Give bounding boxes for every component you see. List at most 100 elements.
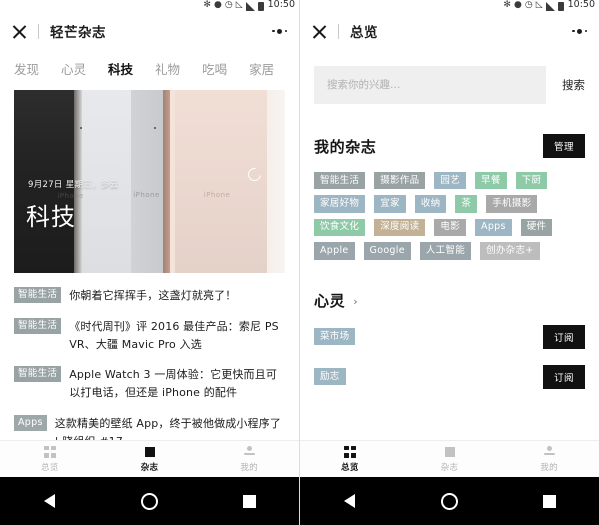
nav-back-button[interactable] (300, 494, 400, 508)
square-icon (144, 446, 155, 457)
grid-icon (43, 445, 56, 458)
section-title: 心灵 (314, 291, 346, 310)
tab-label: 杂志 (140, 462, 159, 473)
chip-dianying[interactable]: 电影 (434, 218, 467, 237)
nav-back-button[interactable] (0, 494, 100, 508)
chip-sheyingzuopin[interactable]: 摄影作品 (374, 172, 426, 190)
tab-label: 总览 (341, 462, 359, 473)
hero-ghost-label: iPhone (133, 190, 160, 199)
tab-label: 杂志 (440, 462, 459, 473)
camera-dot (153, 126, 156, 129)
my-magazines-header: 我的杂志 管理 (300, 104, 599, 158)
more-dot (284, 29, 287, 33)
magazine-chip-list: 智能生活 摄影作品 园艺 早餐 下厨 家居好物 宜家 收纳 茶 手机摄影 饮食文… (300, 158, 599, 260)
chip-lizhi[interactable]: 励志 (314, 368, 346, 386)
chip-shouna[interactable]: 收纳 (414, 195, 447, 213)
tab-faxian[interactable]: 发现 (14, 59, 39, 78)
list-item[interactable]: 智能生活 《时代周刊》评 2016 最佳产品：索尼 PS VR、大疆 Mavic… (14, 317, 285, 354)
chip-create-magazine[interactable]: 创办杂志+ (480, 242, 540, 260)
chip-rengongzhineng[interactable]: 人工智能 (419, 242, 472, 260)
list-item[interactable]: 智能生活 你朝着它挥挥手，这盏灯就亮了！ (14, 287, 285, 305)
status-icons-left: ✻ ● ◷ ◺ (203, 0, 264, 14)
article-tag: Apps (14, 415, 47, 432)
article-title: Apple Watch 3 一周体验：它更快而且可以打电话，但还是 iPhone… (69, 368, 277, 400)
article-tag: 智能生活 (14, 317, 62, 334)
signal-icon (545, 2, 555, 11)
chip-yinshiwenhua[interactable]: 饮食文化 (314, 218, 366, 237)
chip-xiachu[interactable]: 下厨 (515, 172, 548, 190)
chip-yijia[interactable]: 宜家 (374, 195, 406, 213)
tab-label: 我的 (240, 462, 258, 473)
hero-title: 科技 (26, 203, 76, 232)
hero-card[interactable]: iPhone iPhone iPhone 9月27日 星期三，多云 科技 (14, 90, 285, 273)
nav-recents-button[interactable] (199, 494, 299, 508)
grid-icon (343, 445, 356, 458)
tab-zonglan[interactable]: 总览 (0, 445, 100, 473)
status-bar-right: ✻ ● ◷ ◺ 10:50 (300, 0, 599, 14)
chip-shenduyuedu[interactable]: 深度阅读 (374, 218, 426, 237)
more-options-icon[interactable] (272, 28, 287, 34)
back-triangle-icon (44, 494, 56, 508)
more-options-icon[interactable] (572, 28, 587, 34)
tab-jiaju[interactable]: 家居 (249, 59, 274, 78)
chip-apps[interactable]: Apps (475, 218, 512, 237)
article-list: 智能生活 你朝着它挥挥手，这盏灯就亮了！ 智能生活 《时代周刊》评 2016 最… (0, 273, 299, 451)
hero-ghost-label: iPhone (203, 190, 231, 199)
nav-recents-button[interactable] (499, 494, 599, 508)
right-phone-screen: ✻ ● ◷ ◺ 10:50 总览 搜索你的兴趣… 搜索 我的杂志 管理 智能生活… (300, 0, 599, 525)
tab-liwu[interactable]: 礼物 (155, 59, 180, 78)
status-icons-right: ✻ ● ◷ ◺ (503, 0, 564, 14)
chip-google[interactable]: Google (363, 242, 411, 260)
tab-zazhi[interactable]: 杂志 (100, 446, 200, 473)
close-icon[interactable] (12, 24, 27, 39)
battery-icon (257, 2, 264, 11)
tab-wode[interactable]: 我的 (499, 445, 599, 473)
person-icon (543, 445, 555, 458)
header-divider (38, 23, 39, 39)
list-item[interactable]: 智能生活 Apple Watch 3 一周体验：它更快而且可以打电话，但还是 i… (14, 366, 285, 402)
subscribe-button[interactable]: 订阅 (542, 364, 585, 389)
search-button[interactable]: 搜索 (562, 77, 585, 93)
home-circle-icon (141, 492, 158, 510)
chip-yuanyi[interactable]: 园艺 (434, 172, 467, 190)
chip-shoujisheying[interactable]: 手机摄影 (486, 195, 538, 213)
tab-label: 我的 (540, 462, 558, 473)
tab-keji[interactable]: 科技 (108, 59, 133, 78)
tab-zonglan[interactable]: 总览 (300, 445, 400, 473)
nav-home-button[interactable] (100, 492, 200, 510)
article-title: 《时代周刊》评 2016 最佳产品：索尼 PS VR、大疆 Mavic Pro … (69, 319, 279, 351)
home-circle-icon (441, 492, 458, 510)
tab-chihe[interactable]: 吃喝 (202, 59, 227, 78)
manage-button[interactable]: 管理 (542, 134, 585, 158)
chip-zaocan[interactable]: 早餐 (475, 172, 507, 190)
mind-section-header[interactable]: 心灵 › (300, 260, 599, 311)
left-phone-screen: ✻ ● ◷ ◺ 10:50 轻芒杂志 发现 心灵 科技 礼物 吃喝 家居 iPh… (0, 0, 300, 525)
app-header-right: 总览 (300, 14, 599, 48)
alarm-icon: ◷ (524, 0, 533, 10)
dnd-icon: ● (213, 0, 222, 10)
search-input[interactable] (327, 79, 533, 91)
list-item: 菜市场 订阅 (314, 324, 585, 349)
chip-apple[interactable]: Apple (314, 242, 355, 260)
back-triangle-icon (344, 494, 356, 508)
header-divider (338, 23, 339, 39)
chip-zhinengshenghuo[interactable]: 智能生活 (314, 172, 366, 190)
search-input-wrapper[interactable] (314, 66, 546, 104)
subscribe-button[interactable]: 订阅 (542, 324, 585, 349)
bluetooth-icon: ✻ (503, 0, 511, 10)
chip-cha[interactable]: 茶 (455, 195, 478, 213)
close-icon[interactable] (312, 24, 327, 39)
category-tab-strip: 发现 心灵 科技 礼物 吃喝 家居 (0, 48, 299, 90)
article-tag: 智能生活 (14, 287, 62, 303)
tab-wode[interactable]: 我的 (199, 445, 299, 473)
page-title: 总览 (350, 25, 378, 41)
chip-jiajuhaowu[interactable]: 家居好物 (314, 195, 366, 213)
status-time-left: 10:50 (267, 0, 295, 10)
tab-label: 总览 (41, 462, 59, 473)
chip-caishichang[interactable]: 菜市场 (314, 328, 356, 346)
tab-xinling[interactable]: 心灵 (61, 59, 86, 78)
search-bar: 搜索 (300, 48, 599, 104)
nav-home-button[interactable] (400, 492, 500, 510)
tab-zazhi[interactable]: 杂志 (400, 446, 500, 473)
chip-yingjian[interactable]: 硬件 (520, 218, 553, 237)
